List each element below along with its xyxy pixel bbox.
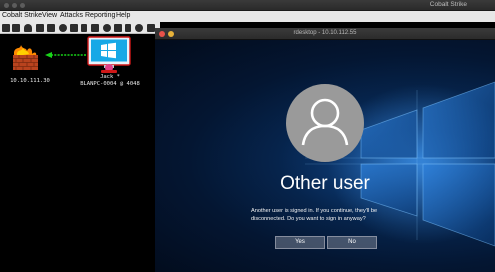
menu-cobalt-strike[interactable]: Cobalt Strike: [2, 12, 42, 19]
pivot-link-arrow: [45, 52, 87, 58]
windows-beacon-icon[interactable]: [87, 36, 131, 74]
menu-reporting[interactable]: Reporting: [85, 12, 115, 19]
windows-lock-screen: Other user Another user is signed in. If…: [155, 40, 495, 272]
firewall-host-address: 10.10.111.30: [10, 78, 50, 84]
beacon-user-label: Jack *: [100, 74, 120, 80]
key-icon[interactable]: [81, 24, 87, 32]
user-icon: [301, 98, 349, 146]
rdp-titlebar: rdesktop - 10.10.112.55: [155, 28, 495, 40]
avatar: [286, 84, 364, 162]
screenshot-icon[interactable]: [147, 24, 155, 32]
firewall-icon[interactable]: [10, 44, 40, 70]
no-button[interactable]: No: [327, 236, 377, 249]
signin-warning-text: Another user is signed in. If you contin…: [251, 208, 378, 223]
settings-icon[interactable]: [103, 24, 111, 32]
menu-help[interactable]: Help: [116, 12, 130, 19]
cloud-icon[interactable]: [135, 24, 143, 32]
script-icon[interactable]: [91, 24, 99, 32]
rdesktop-window: rdesktop - 10.10.112.55 Other user Anoth…: [155, 28, 495, 272]
disconnect-icon[interactable]: [12, 24, 20, 32]
document-icon[interactable]: [125, 24, 131, 32]
cs-menubar: Cobalt Strike View Attacks Reporting Hel…: [0, 11, 495, 22]
beacon-host-label: BLANPC-0004 @ 4048: [80, 81, 140, 87]
rdp-window-title: rdesktop - 10.10.112.55: [293, 30, 357, 36]
yes-button[interactable]: Yes: [275, 236, 325, 249]
coffee-icon[interactable]: [114, 24, 122, 32]
minimize-icon[interactable]: [12, 3, 17, 8]
sessions-icon[interactable]: [36, 24, 44, 32]
close-icon[interactable]: [4, 3, 9, 8]
cs-window-title: Cobalt Strike: [429, 1, 467, 8]
listeners-icon[interactable]: [70, 24, 78, 32]
menu-view[interactable]: View: [42, 12, 57, 19]
menu-attacks[interactable]: Attacks: [60, 12, 83, 19]
cs-toolbar: [0, 22, 160, 34]
cs-titlebar: Cobalt Strike: [0, 0, 495, 11]
maximize-icon[interactable]: [20, 3, 25, 8]
headphones-icon[interactable]: [24, 24, 32, 32]
graph-icon[interactable]: [47, 24, 55, 32]
username-label: Other user: [280, 173, 370, 194]
targets-icon[interactable]: [59, 24, 67, 32]
connect-icon[interactable]: [2, 24, 10, 32]
